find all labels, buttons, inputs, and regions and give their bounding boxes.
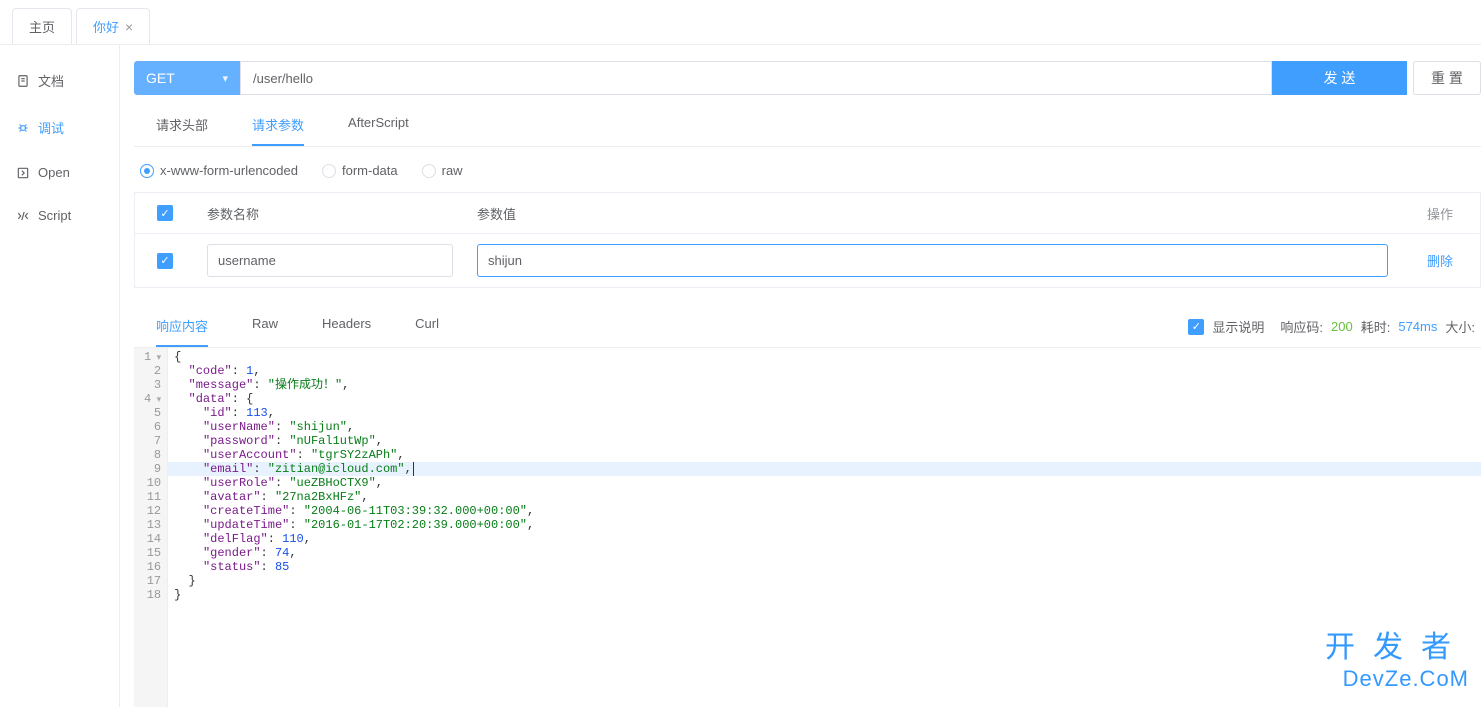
request-tab-0[interactable]: 请求头部 [156,105,208,146]
tab-label: 主页 [29,17,55,36]
doc-icon [16,74,30,88]
reset-button[interactable]: 重 置 [1413,61,1481,95]
tab-label: 你好 [93,17,119,36]
sidebar-item-label: Open [38,165,70,180]
select-all-checkbox[interactable] [157,205,173,221]
url-input[interactable] [240,61,1272,95]
response-bar: 响应内容 Raw Headers Curl 显示说明 响应码: 200 耗时: 574… [134,306,1481,348]
response-tab-1[interactable]: Raw [252,306,278,347]
body-type-radio-0[interactable]: x-www-form-urlencoded [140,163,298,178]
radio-label: x-www-form-urlencoded [160,163,298,178]
radio-label: raw [442,163,463,178]
show-desc-label: 显示说明 [1212,317,1264,336]
radio-icon [322,164,336,178]
response-code-view[interactable]: 123456789101112131415161718 { "code": 1,… [134,348,1481,707]
chevron-down-icon: ▾ [222,72,228,85]
time-value: 574ms [1398,319,1437,334]
request-tab-2[interactable]: AfterScript [348,105,409,146]
close-icon[interactable]: × [125,19,133,35]
body-type-radio-1[interactable]: form-data [322,163,398,178]
radio-icon [140,164,154,178]
table-row: 删除 [135,234,1480,287]
response-tab-2[interactable]: Headers [322,306,371,347]
response-tabs: 响应内容 Raw Headers Curl [134,306,461,347]
response-tab-3[interactable]: Curl [415,306,439,347]
delete-button[interactable]: 删除 [1427,254,1453,269]
sidebar-item-label: 调试 [38,118,64,137]
code-lines: { "code": 1, "message": "操作成功！", "data":… [168,348,1481,707]
param-name-input[interactable] [207,244,453,277]
method-select[interactable]: GET ▾ [134,61,240,95]
radio-icon [422,164,436,178]
top-tabs: 主页 你好 × [0,0,1481,45]
sidebar-item-label: Script [38,208,71,223]
top-tab-0[interactable]: 主页 [12,8,72,44]
row-checkbox[interactable] [157,253,173,269]
param-value-input[interactable] [477,244,1388,277]
response-tab-0[interactable]: 响应内容 [156,306,208,347]
body-type-radio-2[interactable]: raw [422,163,463,178]
main-panel: GET ▾ 发 送 重 置 请求头部 请求参数 AfterScript x-www-… [120,45,1481,707]
debug-icon [16,121,30,135]
size-label: 大小: [1445,317,1475,336]
request-url-bar: GET ▾ 发 送 重 置 [134,61,1481,95]
response-meta: 显示说明 响应码: 200 耗时: 574ms 大小: [1188,317,1481,336]
col-op: 操作 [1400,204,1480,223]
code-gutter: 123456789101112131415161718 [134,348,168,707]
open-icon [16,166,30,180]
params-table: 参数名称 参数值 操作 删除 [134,192,1481,288]
request-tab-1[interactable]: 请求参数 [252,105,304,146]
script-icon [16,209,30,223]
radio-label: form-data [342,163,398,178]
sidebar-item-3[interactable]: Script [0,194,119,237]
request-tabs: 请求头部 请求参数 AfterScript [134,105,1481,147]
method-value: GET [146,70,175,86]
sidebar-item-0[interactable]: 文档 [0,57,119,104]
show-desc-checkbox[interactable] [1188,319,1204,335]
sidebar: 文档调试 Open Script [0,45,120,707]
sidebar-item-label: 文档 [38,71,64,90]
params-header: 参数名称 参数值 操作 [135,193,1480,234]
col-name: 参数名称 [195,194,465,233]
code-value: 200 [1331,319,1353,334]
time-label: 耗时: [1361,317,1391,336]
code-label: 响应码: [1280,317,1323,336]
sidebar-item-2[interactable]: Open [0,151,119,194]
col-value: 参数值 [465,194,1400,233]
send-button[interactable]: 发 送 [1272,61,1407,95]
top-tab-1[interactable]: 你好 × [76,8,150,44]
sidebar-item-1[interactable]: 调试 [0,104,119,151]
body-type-group: x-www-form-urlencoded form-data raw [134,147,1481,192]
